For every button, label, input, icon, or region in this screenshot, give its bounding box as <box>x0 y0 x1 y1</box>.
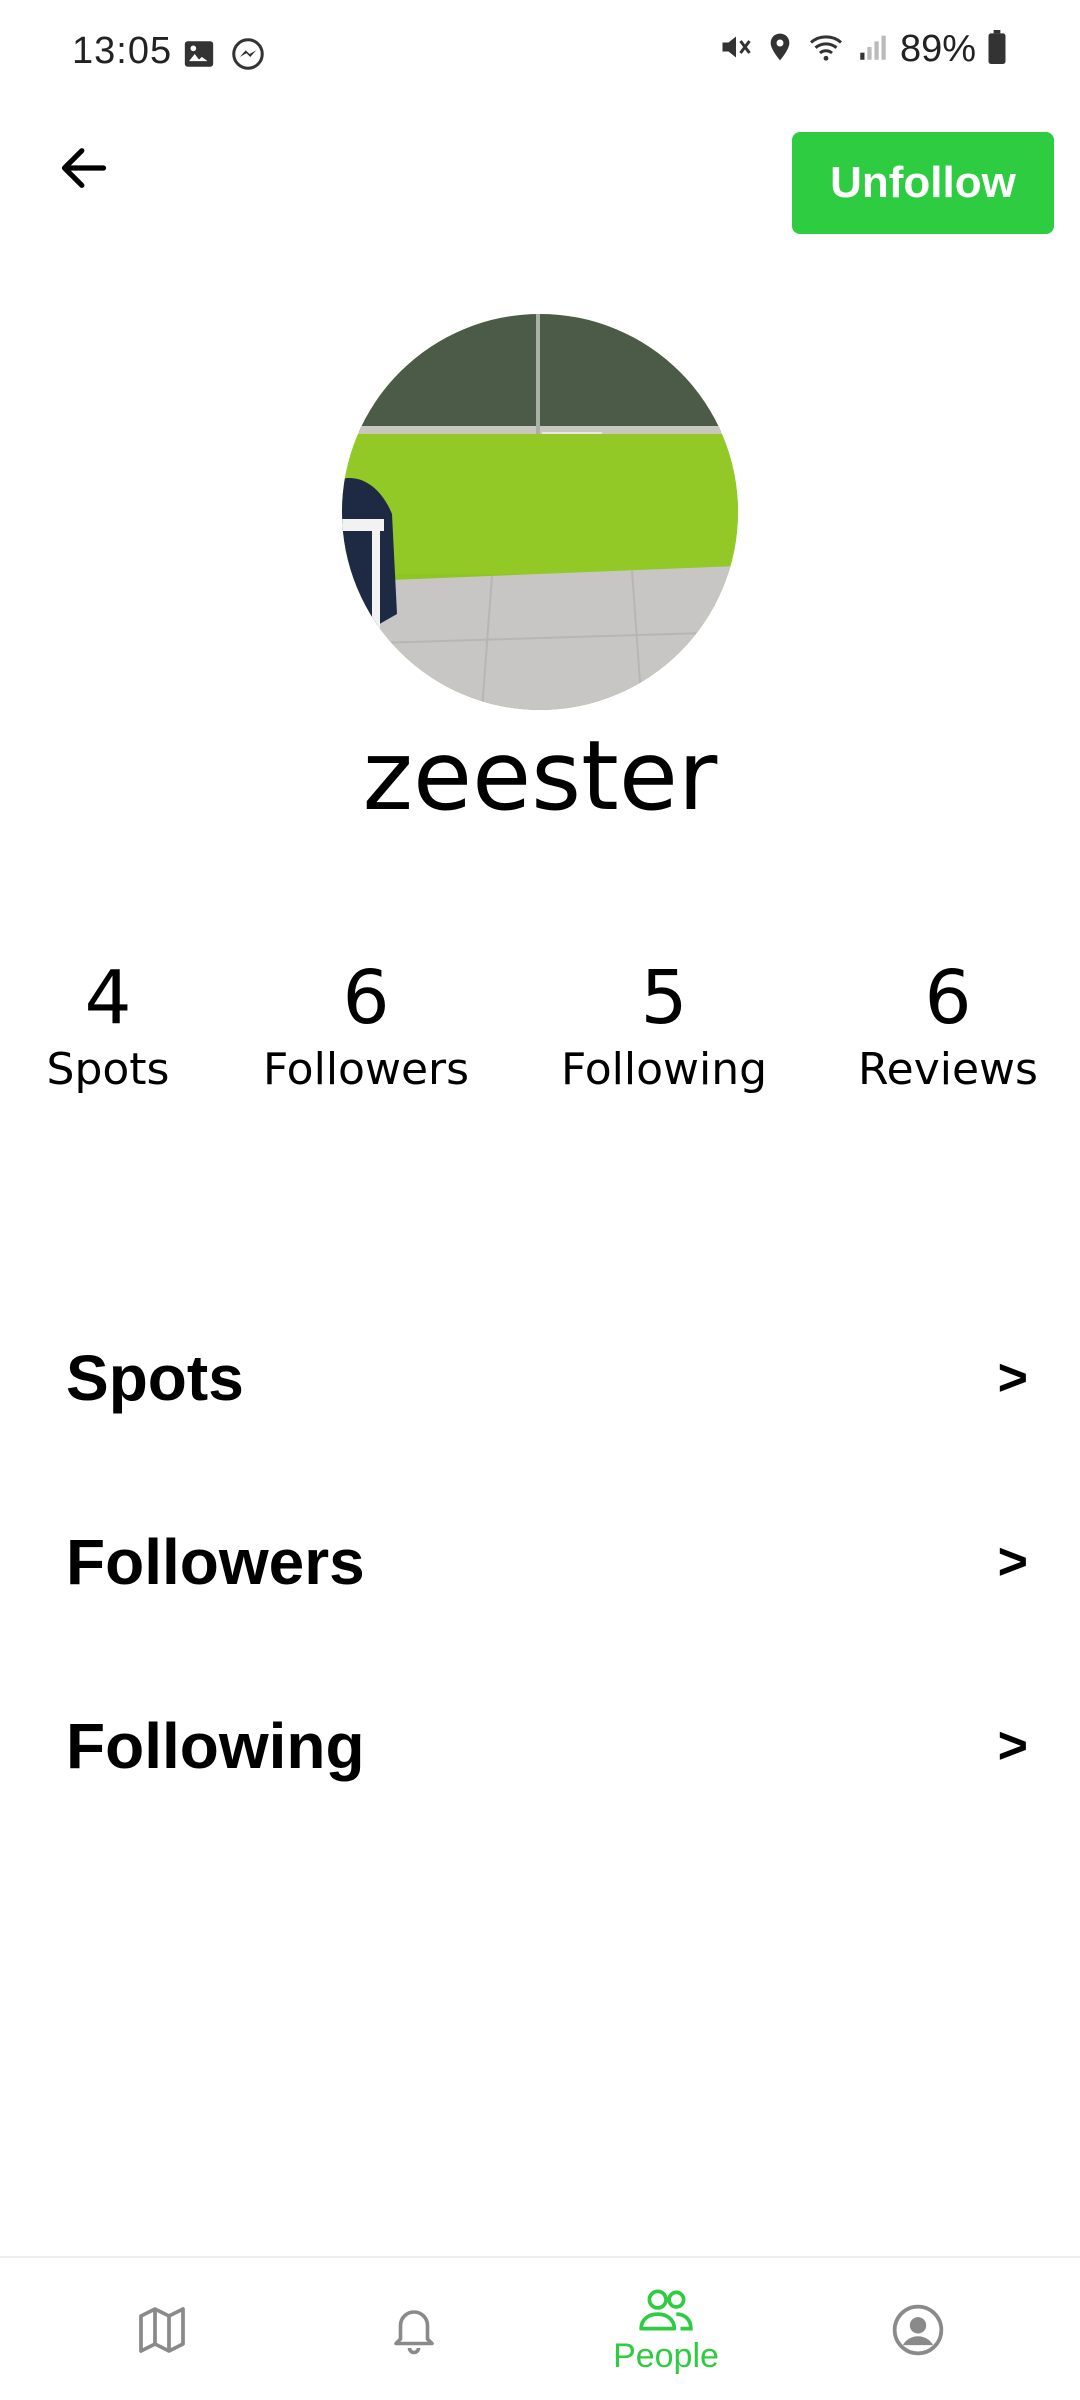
stat-label: Followers <box>262 1043 470 1095</box>
profile-screen: 13:05 89% Unfollow zeester 4 Spots 6 Fol… <box>0 0 1080 2400</box>
wifi-icon <box>806 29 846 70</box>
mute-icon <box>718 29 754 70</box>
menu-label: Following <box>66 1710 365 1782</box>
nav-account[interactable] <box>818 2258 1018 2400</box>
unfollow-button[interactable]: Unfollow <box>792 132 1054 234</box>
nav-map[interactable] <box>62 2258 262 2400</box>
account-icon <box>892 2304 944 2356</box>
stat-count: 5 <box>640 955 688 1041</box>
people-icon <box>639 2288 693 2331</box>
status-bar: 13:05 89% <box>0 0 1080 110</box>
image-icon <box>182 37 216 76</box>
stat-following[interactable]: 5 Following <box>534 955 794 1095</box>
chevron-right-icon: > <box>997 1533 1028 1591</box>
nav-people[interactable]: People <box>566 2258 766 2400</box>
stat-spots[interactable]: 4 Spots <box>0 955 238 1095</box>
stat-label: Following <box>560 1043 768 1095</box>
status-time: 13:05 <box>72 30 173 72</box>
location-icon <box>764 29 796 70</box>
stat-count: 6 <box>342 955 390 1041</box>
status-left-icons <box>182 36 266 77</box>
stat-reviews[interactable]: 6 Reviews <box>818 955 1078 1095</box>
bell-icon <box>394 2310 434 2355</box>
chevron-right-icon: > <box>997 1717 1028 1775</box>
stat-followers[interactable]: 6 Followers <box>236 955 496 1095</box>
battery-percentage: 89% <box>899 28 976 70</box>
arrow-left-icon <box>61 148 107 188</box>
signal-icon <box>856 29 890 70</box>
stat-label: Reviews <box>858 1043 1038 1095</box>
chevron-right-icon: > <box>997 1349 1028 1407</box>
back-button[interactable] <box>52 136 116 200</box>
menu-row-following[interactable]: Following > <box>66 1696 1036 1796</box>
stat-count: 4 <box>84 955 132 1041</box>
menu-row-spots[interactable]: Spots > <box>66 1328 1036 1428</box>
username: zeester <box>362 720 718 832</box>
avatar <box>342 314 738 710</box>
menu-row-followers[interactable]: Followers > <box>66 1512 1036 1612</box>
menu-label: Spots <box>66 1342 244 1414</box>
stat-label: Spots <box>46 1043 170 1095</box>
nav-label-people: People <box>613 2336 719 2375</box>
stat-count: 6 <box>924 955 972 1041</box>
nav-notifications[interactable] <box>314 2258 514 2400</box>
map-icon <box>139 2307 185 2353</box>
battery-icon <box>986 30 1008 69</box>
messenger-icon <box>230 36 266 77</box>
menu-label: Followers <box>66 1526 365 1598</box>
status-right-icons: 89% <box>718 28 1008 71</box>
bottom-navigation: People <box>0 2256 1080 2400</box>
